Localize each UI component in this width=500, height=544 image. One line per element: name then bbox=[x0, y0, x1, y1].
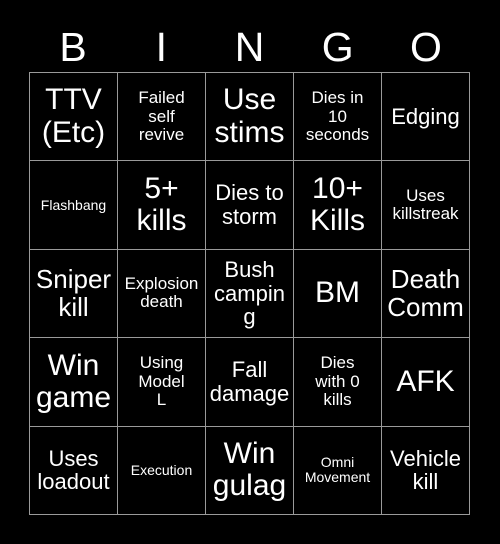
bingo-cell[interactable]: BM bbox=[294, 249, 381, 338]
bingo-cell-label: Failed self revive bbox=[138, 88, 185, 144]
bingo-cell[interactable]: Use stims bbox=[206, 73, 293, 161]
bingo-grid: TTV (Etc) Failed self revive Use stims D… bbox=[29, 72, 470, 515]
bingo-cell[interactable]: Win gulag bbox=[206, 426, 293, 514]
bingo-cell[interactable]: Omni Movement bbox=[294, 426, 381, 514]
bingo-cell[interactable]: Uses loadout bbox=[30, 426, 117, 514]
bingo-cell[interactable]: Vehicle kill bbox=[382, 426, 469, 514]
header-letter-o: O bbox=[409, 23, 442, 70]
bingo-cell[interactable]: Death Comm bbox=[382, 249, 469, 338]
bingo-cell-label: Bush camping bbox=[214, 256, 285, 330]
bingo-cell-label: Execution bbox=[130, 461, 193, 478]
bingo-cell[interactable]: Uses killstreak bbox=[382, 161, 469, 249]
header-letter-b: B bbox=[59, 23, 87, 70]
bingo-cell-label: Explosion death bbox=[124, 274, 199, 312]
bingo-cell[interactable]: Explosion death bbox=[118, 249, 205, 338]
bingo-cell[interactable]: 5+ kills bbox=[118, 161, 205, 249]
bingo-cell-label: 5+ kills bbox=[136, 171, 187, 238]
bingo-cell-label: Death Comm bbox=[387, 264, 464, 323]
bingo-cell[interactable]: Execution bbox=[118, 426, 205, 514]
bingo-cell[interactable]: Win game bbox=[30, 338, 117, 426]
header-letter-g: G bbox=[321, 23, 354, 70]
bingo-cell-label: Uses killstreak bbox=[392, 185, 459, 224]
bingo-cell-label: Sniper kill bbox=[35, 264, 112, 323]
bingo-cell[interactable]: Sniper kill bbox=[30, 249, 117, 338]
bingo-cell-label: Win game bbox=[35, 348, 112, 414]
bingo-cell[interactable]: Flashbang bbox=[30, 161, 117, 249]
bingo-cell-label: AFK bbox=[396, 364, 455, 398]
bingo-cell[interactable]: Dies with 0 kills bbox=[294, 338, 381, 426]
bingo-cell-label: Vehicle kill bbox=[390, 445, 461, 495]
bingo-cell[interactable]: TTV (Etc) bbox=[30, 73, 117, 161]
bingo-cell-label: Use stims bbox=[214, 83, 285, 149]
bingo-cell[interactable]: Dies to storm bbox=[206, 161, 293, 249]
bingo-cell[interactable]: AFK bbox=[382, 338, 469, 426]
bingo-cell[interactable]: Edging bbox=[382, 73, 469, 161]
header-letter-n: N bbox=[234, 23, 265, 70]
bingo-card: B I N G O TTV (Etc) Failed self revive U… bbox=[0, 0, 500, 544]
header-letter-i: I bbox=[155, 23, 167, 70]
bingo-cell[interactable]: Failed self revive bbox=[118, 73, 205, 161]
bingo-cell-label: Fall damage bbox=[209, 357, 290, 406]
bingo-cell-label: TTV (Etc) bbox=[41, 83, 106, 149]
bingo-cell[interactable]: 10+ Kills bbox=[294, 161, 381, 249]
bingo-cell-label: Win gulag bbox=[212, 436, 287, 503]
bingo-cell-label: Dies with 0 kills bbox=[315, 353, 360, 410]
bingo-cell-label: BM bbox=[315, 276, 360, 310]
bingo-header: B I N G O bbox=[29, 22, 470, 72]
bingo-cell[interactable]: Bush camping bbox=[206, 249, 293, 338]
bingo-cell-label: 10+ Kills bbox=[309, 171, 365, 238]
bingo-cell[interactable]: Fall damage bbox=[206, 338, 293, 426]
bingo-cell-label: Omni Movement bbox=[304, 454, 371, 486]
bingo-cell-label: Dies to storm bbox=[215, 180, 284, 230]
bingo-cell-label: Edging bbox=[391, 103, 460, 129]
bingo-cell-label: Using Model L bbox=[138, 353, 185, 410]
bingo-cell[interactable]: Using Model L bbox=[118, 338, 205, 426]
bingo-cell-label: Dies in 10 seconds bbox=[305, 88, 370, 144]
bingo-cell-label: Flashbang bbox=[40, 196, 107, 213]
bingo-cell-label: Uses loadout bbox=[37, 445, 110, 495]
bingo-cell[interactable]: Dies in 10 seconds bbox=[294, 73, 381, 161]
